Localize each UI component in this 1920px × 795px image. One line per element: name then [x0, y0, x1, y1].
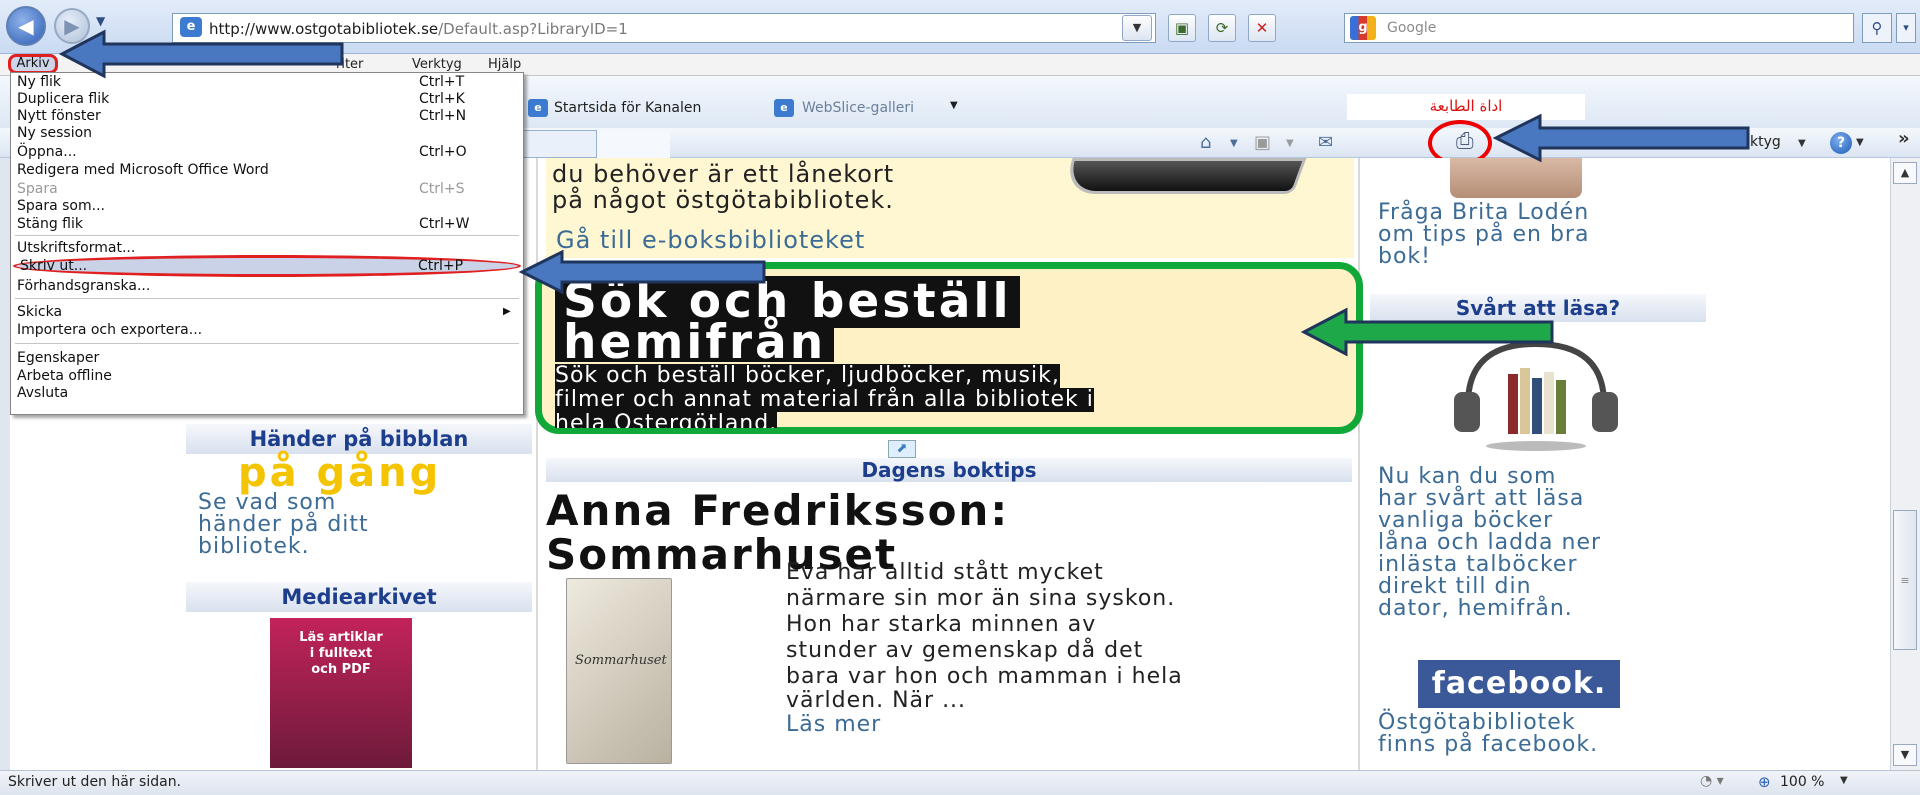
arrow-to-arkiv	[58, 29, 344, 79]
browser-window: ◀ ▶ ▼ http://www.ostgotabibliotek.se/Def…	[0, 0, 1920, 795]
annotation-layer	[58, 29, 1750, 357]
arrow-to-skriv-ut	[518, 249, 766, 295]
arrow-to-printer	[1492, 113, 1750, 163]
arrow-to-search-box	[1300, 307, 1554, 357]
